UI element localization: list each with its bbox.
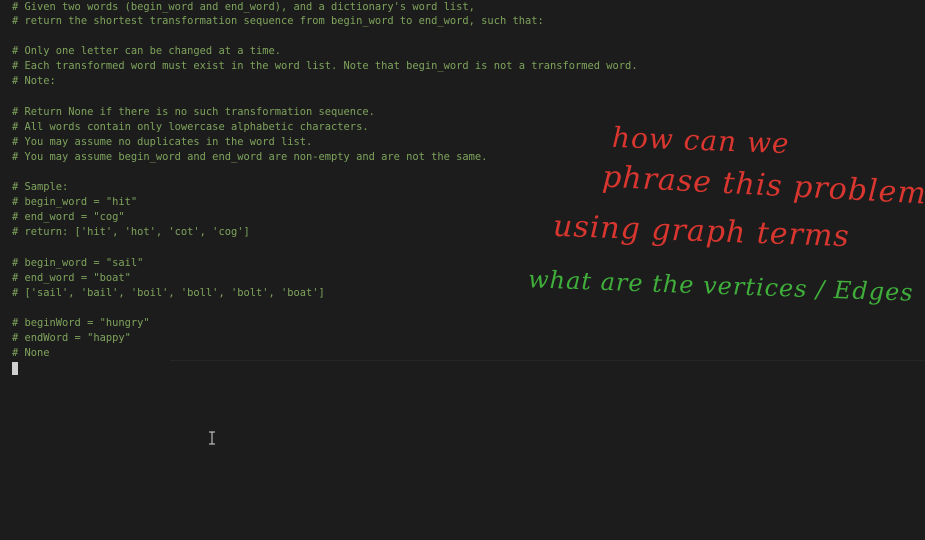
code-line-18: # begin_word = "sail" xyxy=(12,257,144,269)
code-line-23: # endWord = "happy" xyxy=(12,332,131,344)
code-line-15: # end_word = "cog" xyxy=(12,211,125,223)
code-line-24: # None xyxy=(12,347,50,359)
text-cursor xyxy=(12,362,18,375)
divider xyxy=(170,360,925,361)
code-line-11: # You may assume begin_word and end_word… xyxy=(12,151,488,163)
code-line-22: # beginWord = "hungry" xyxy=(12,317,150,329)
code-line-14: # begin_word = "hit" xyxy=(12,196,138,208)
ibeam-cursor-icon xyxy=(209,431,215,445)
code-line-2: # return the shortest transformation seq… xyxy=(12,15,544,27)
code-line-16: # return: ['hit', 'hot', 'cot', 'cog'] xyxy=(12,226,250,238)
code-line-13: # Sample: xyxy=(12,181,69,193)
code-line-5: # Each transformed word must exist in th… xyxy=(12,60,638,72)
code-line-20: # ['sail', 'bail', 'boil', 'boll', 'bolt… xyxy=(12,287,325,299)
code-line-19: # end_word = "boat" xyxy=(12,272,131,284)
code-line-1: # Given two words (begin_word and end_wo… xyxy=(12,1,475,13)
code-line-10: # You may assume no duplicates in the wo… xyxy=(12,136,313,148)
code-line-4: # Only one letter can be changed at a ti… xyxy=(12,45,281,57)
code-line-9: # All words contain only lowercase alpha… xyxy=(12,121,369,133)
lecture-screen: # Given two words (begin_word and end_wo… xyxy=(0,0,925,540)
code-line-6: # Note: xyxy=(12,75,56,87)
code-line-8: # Return None if there is no such transf… xyxy=(12,106,375,118)
code-editor[interactable]: # Given two words (begin_word and end_wo… xyxy=(0,0,925,540)
